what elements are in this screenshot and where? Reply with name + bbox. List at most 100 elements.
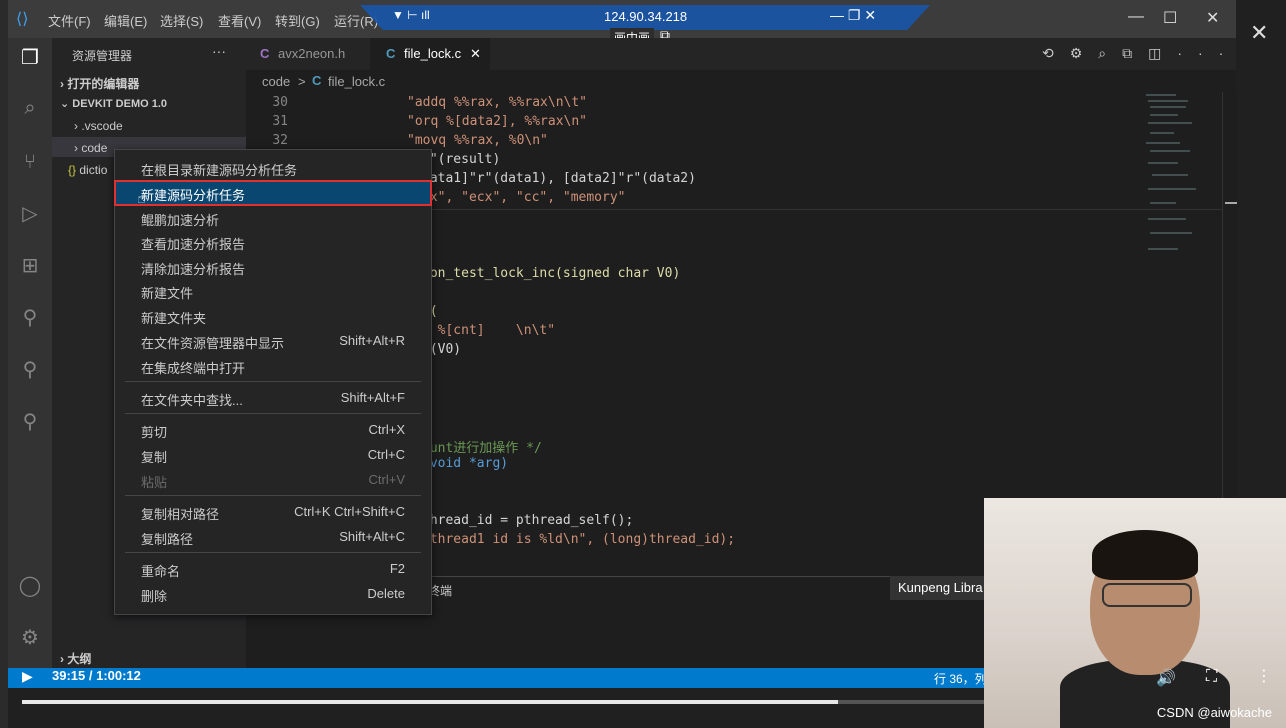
menu-item-find-in-folder[interactable]: 在文件夹中查找... Shift+Alt+F [115, 386, 431, 410]
code-line: ax", "ecx", "cc", "memory" [422, 190, 626, 205]
fullscreen-icon[interactable]: ⛶ [1206, 668, 1217, 686]
menu-item-label: 查看加速分析报告 [141, 237, 246, 252]
watermark: CSDN @aiwokache [1156, 705, 1272, 720]
menu-item-copy[interactable]: 复制 Ctrl+C [115, 443, 431, 467]
menu-item-kunpeng-acceleration[interactable]: 鲲鹏加速分析 [115, 206, 431, 230]
menu-separator [125, 495, 421, 496]
menu-item-label: 剪切 [141, 425, 168, 440]
player-left-edge [0, 0, 8, 728]
breadcrumb-sep: > [298, 74, 306, 89]
maximize-icon[interactable]: ☐ [1163, 8, 1177, 28]
more-options-icon[interactable]: ⋮ [1256, 666, 1272, 686]
more-actions-icon[interactable]: ··· [212, 43, 226, 59]
menu-item-clear-report[interactable]: 清除加速分析报告 [115, 255, 431, 279]
breadcrumb-folder[interactable]: code [262, 74, 290, 89]
kunpeng-tool-3-icon[interactable]: ⚲ [18, 410, 42, 434]
search-icon[interactable]: ⌕ [18, 96, 42, 120]
menu-item-label: 在文件夹中查找... [141, 393, 243, 408]
menu-item-shortcut: Delete [367, 586, 405, 601]
close-icon[interactable]: ✕ [1206, 8, 1219, 28]
remote-toolbar-icons[interactable]: ▼ ⊢ ıll [392, 8, 430, 22]
line-number: 31 [272, 114, 288, 129]
c-file-icon: C [260, 46, 270, 61]
source-control-icon[interactable]: ⑂ [18, 150, 42, 174]
open-editors-label: 打开的编辑器 [67, 77, 140, 91]
code-line: "orq %[data2], %%rax\n" [407, 114, 588, 129]
sidebar-title: 资源管理器 [72, 49, 133, 63]
minimize-icon[interactable]: — [1128, 8, 1144, 26]
menu-edit[interactable]: 编辑(E) [104, 11, 147, 30]
presenter-glasses [1102, 583, 1192, 607]
explorer-icon[interactable]: ❐ [18, 46, 42, 70]
outline-section[interactable]: › 大纲 [60, 650, 91, 667]
line-number: 32 [272, 133, 288, 148]
menu-item-new-file[interactable]: 新建文件 [115, 279, 431, 303]
kunpeng-tool-icon[interactable]: ⚲ [18, 306, 42, 330]
menu-item-new-root-analysis[interactable]: 在根目录新建源码分析任务 [115, 156, 431, 180]
c-file-icon: C [312, 73, 322, 88]
tab-label: file_lock.c [404, 46, 462, 61]
menu-item-label: 新建文件夹 [141, 311, 207, 326]
menu-item-label: 粘贴 [141, 475, 168, 490]
tree-item-label: code [81, 141, 108, 155]
menu-item-view-report[interactable]: 查看加速分析报告 [115, 230, 431, 254]
editor-actions-icons[interactable]: ⟲⚙⌕⧉◫··· [1042, 45, 1239, 62]
menu-item-copy-relative-path[interactable]: 复制相对路径 Ctrl+K Ctrl+Shift+C [115, 500, 431, 524]
menu-item-rename[interactable]: 重命名 F2 [115, 557, 431, 581]
breadcrumb-file[interactable]: file_lock.c [328, 74, 385, 89]
menu-item-label: 新建源码分析任务 [141, 188, 246, 203]
cursor-position[interactable]: 行 36，列 [934, 670, 987, 687]
menu-item-delete[interactable]: 删除 Delete [115, 582, 431, 606]
extensions-icon[interactable]: ⊞ [18, 254, 42, 278]
tree-item-dictionary[interactable]: {} dictio [68, 163, 107, 177]
code-line: ion_test_lock_inc(signed char V0) [422, 266, 681, 281]
presenter-hair [1092, 530, 1198, 580]
open-editors-section[interactable]: › 打开的编辑器 [60, 75, 139, 92]
menu-item-reveal-in-explorer[interactable]: 在文件资源管理器中显示 Shift+Alt+R [115, 329, 431, 353]
menu-item-copy-path[interactable]: 复制路径 Shift+Alt+C [115, 525, 431, 549]
run-debug-icon[interactable]: ▷ [18, 202, 42, 226]
menu-item-label: 在集成终端中打开 [141, 361, 246, 376]
tree-item-label: .vscode [81, 119, 123, 133]
kunpeng-library-tooltip[interactable]: Kunpeng Libra [890, 576, 994, 600]
menu-view[interactable]: 查看(V) [218, 11, 261, 30]
minimap[interactable] [1144, 92, 1204, 262]
gear-icon[interactable]: ⚙ [18, 626, 42, 650]
code-line: "addq %%rax, %%rax\n\t" [407, 95, 588, 110]
menu-item-shortcut: Shift+Alt+R [339, 333, 405, 348]
menu-item-cut[interactable]: 剪切 Ctrl+X [115, 418, 431, 442]
menu-item-new-folder[interactable]: 新建文件夹 [115, 304, 431, 328]
tab-bar: C avx2neon.h C file_lock.c ✕ ⟲⚙⌕⧉◫··· [246, 38, 1236, 70]
video-progress-fill [22, 700, 838, 704]
code-line: b %[cnt] \n\t" [422, 323, 556, 338]
account-icon[interactable]: ◯ [18, 574, 42, 598]
code-line: ount进行加操作 */ [422, 441, 542, 456]
c-file-icon: C [386, 46, 396, 61]
remote-window-controls[interactable]: — ❐ ✕ [830, 7, 876, 24]
menu-item-label: 复制路径 [141, 532, 194, 547]
menu-item-new-source-analysis[interactable]: 新建源码分析任务 [114, 180, 432, 206]
menu-item-label: 重命名 [141, 564, 181, 579]
menu-selection[interactable]: 选择(S) [160, 11, 203, 30]
menu-go[interactable]: 转到(G) [275, 11, 320, 30]
menu-item-open-terminal[interactable]: 在集成终端中打开 [115, 354, 431, 378]
tab-close-icon[interactable]: ✕ [470, 38, 481, 70]
menu-separator [125, 381, 421, 382]
chevron-right-icon: › [60, 77, 64, 91]
workspace-section[interactable]: ⌄ DEVKIT DEMO 1.0 [60, 97, 167, 110]
kunpeng-tool-2-icon[interactable]: ⚲ [18, 358, 42, 382]
tab-file-lock[interactable]: C file_lock.c ✕ [370, 38, 490, 70]
vscode-logo-icon: ⟨⟩ [16, 11, 29, 28]
menu-item-label: 删除 [141, 589, 168, 604]
scrollbar-marker [1225, 202, 1237, 204]
volume-icon[interactable]: 🔊 [1156, 668, 1176, 688]
video-time: 39:15 / 1:00:12 [52, 668, 141, 683]
player-close-icon[interactable]: ✕ [1250, 20, 1268, 46]
play-icon[interactable]: ▶ [22, 668, 33, 685]
code-line: data1]"r"(data1), [data2]"r"(data2) [422, 171, 696, 186]
chevron-right-icon: › [74, 141, 78, 155]
tree-item-code[interactable]: › code [74, 141, 107, 155]
tab-avx2neon[interactable]: C avx2neon.h [246, 38, 370, 70]
tree-item-vscode[interactable]: › .vscode [74, 119, 123, 133]
menu-file[interactable]: 文件(F) [48, 11, 91, 30]
